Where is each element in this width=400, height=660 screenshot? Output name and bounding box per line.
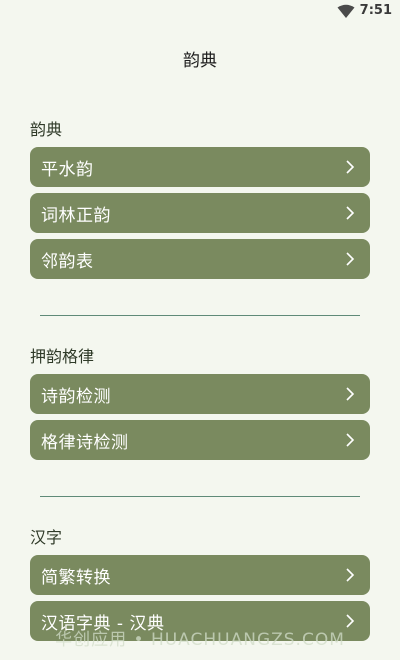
chevron-right-icon xyxy=(346,614,355,628)
menu-item-label: 简繁转换 xyxy=(41,567,111,588)
menu-item-label: 诗韵检测 xyxy=(41,386,111,407)
section-title-hanzi: 汉字 xyxy=(30,528,63,547)
chevron-right-icon xyxy=(346,160,355,174)
chevron-right-icon xyxy=(346,206,355,220)
menu-item-label: 格律诗检测 xyxy=(41,432,129,453)
wifi-icon xyxy=(337,4,355,18)
menu-item-linyunbiao[interactable]: 邻韵表 xyxy=(30,239,370,279)
chevron-right-icon xyxy=(346,433,355,447)
app-screen: 7:51 韵典 韵典 平水韵 词林正韵 邻韵表 押韵格律 诗韵检测 格律诗检测 xyxy=(0,0,400,660)
section-divider xyxy=(40,496,360,497)
chevron-right-icon xyxy=(346,568,355,582)
menu-item-label: 邻韵表 xyxy=(41,251,94,272)
menu-item-pingshuiyun[interactable]: 平水韵 xyxy=(30,147,370,187)
menu-item-hanyu-zidian[interactable]: 汉语字典 - 汉典 xyxy=(30,601,370,641)
menu-item-shiyun-jiance[interactable]: 诗韵检测 xyxy=(30,374,370,414)
status-time: 7:51 xyxy=(359,3,392,18)
menu-item-jianfan-zhuanhuan[interactable]: 简繁转换 xyxy=(30,555,370,595)
chevron-right-icon xyxy=(346,387,355,401)
menu-item-label: 平水韵 xyxy=(41,159,94,180)
menu-item-label: 词林正韵 xyxy=(41,205,111,226)
menu-item-cilinzhengyun[interactable]: 词林正韵 xyxy=(30,193,370,233)
menu-item-label: 汉语字典 - 汉典 xyxy=(41,613,165,634)
page-title: 韵典 xyxy=(183,51,217,71)
menu-item-gelvshi-jiance[interactable]: 格律诗检测 xyxy=(30,420,370,460)
status-bar: 7:51 xyxy=(0,0,400,24)
chevron-right-icon xyxy=(346,252,355,266)
section-title-yayun-gelv: 押韵格律 xyxy=(30,347,95,366)
section-divider xyxy=(40,315,360,316)
section-title-yundian: 韵典 xyxy=(30,120,63,139)
